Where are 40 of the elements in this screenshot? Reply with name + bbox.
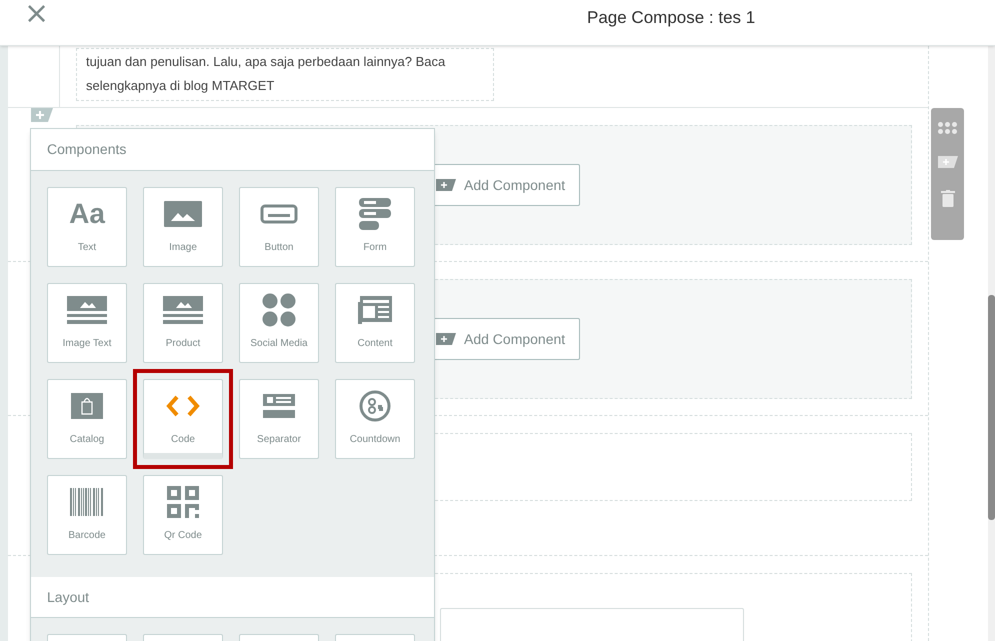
component-tile[interactable]: Button: [239, 187, 319, 267]
component-tile[interactable]: Barcode: [47, 475, 127, 555]
picture-with-lines-icon: [163, 296, 203, 324]
trash-icon[interactable]: [940, 190, 954, 207]
component-tile[interactable]: Form: [335, 187, 415, 267]
newspaper-icon: [358, 296, 392, 324]
qr-code-icon: [167, 486, 199, 518]
letters-icon: Aa: [69, 200, 105, 228]
component-tile[interactable]: Separator: [239, 379, 319, 459]
barcode-icon: [70, 488, 104, 516]
tag-plus-icon: [436, 333, 456, 345]
component-tile[interactable]: Catalog: [47, 379, 127, 459]
component-tile[interactable]: Product: [143, 283, 223, 363]
text-block: tujuan dan penulisan. Lalu, apa saja perbedaan lainnya? Baca selengkapnya di blog MTARGET: [76, 48, 494, 101]
close-button[interactable]: ×: [24, 0, 48, 26]
tag-plus-icon: [436, 179, 456, 191]
form-icon: [359, 198, 391, 230]
shopping-bag-icon: [71, 393, 103, 419]
picture-with-lines-icon: [67, 296, 107, 324]
social-circles-icon: [262, 293, 296, 327]
component-tile[interactable]: Code: [143, 379, 223, 459]
page-title: Page Compose : tes 1: [587, 7, 756, 29]
code-brackets-icon: [166, 395, 200, 417]
picture-icon: [164, 201, 202, 227]
component-tile[interactable]: Image Text: [47, 283, 127, 363]
layout-heading: Layout: [47, 588, 90, 607]
add-tag-icon: [938, 156, 958, 168]
component-tile[interactable]: Image: [143, 187, 223, 267]
add-tag-icon[interactable]: [31, 108, 53, 122]
component-tile[interactable]: Social Media: [239, 283, 319, 363]
timer-circle-icon: [359, 390, 391, 422]
components-heading: Components: [47, 140, 126, 159]
component-tile[interactable]: Countdown: [335, 379, 415, 459]
component-tile[interactable]: Content: [335, 283, 415, 363]
drag-dots-icon[interactable]: [938, 122, 957, 134]
separator-icon: [263, 394, 295, 418]
scrollbar-thumb[interactable]: [988, 295, 995, 520]
component-tile[interactable]: Qr Code: [143, 475, 223, 555]
component-tile[interactable]: Aa Text: [47, 187, 127, 267]
button-shape-icon: [260, 204, 298, 224]
